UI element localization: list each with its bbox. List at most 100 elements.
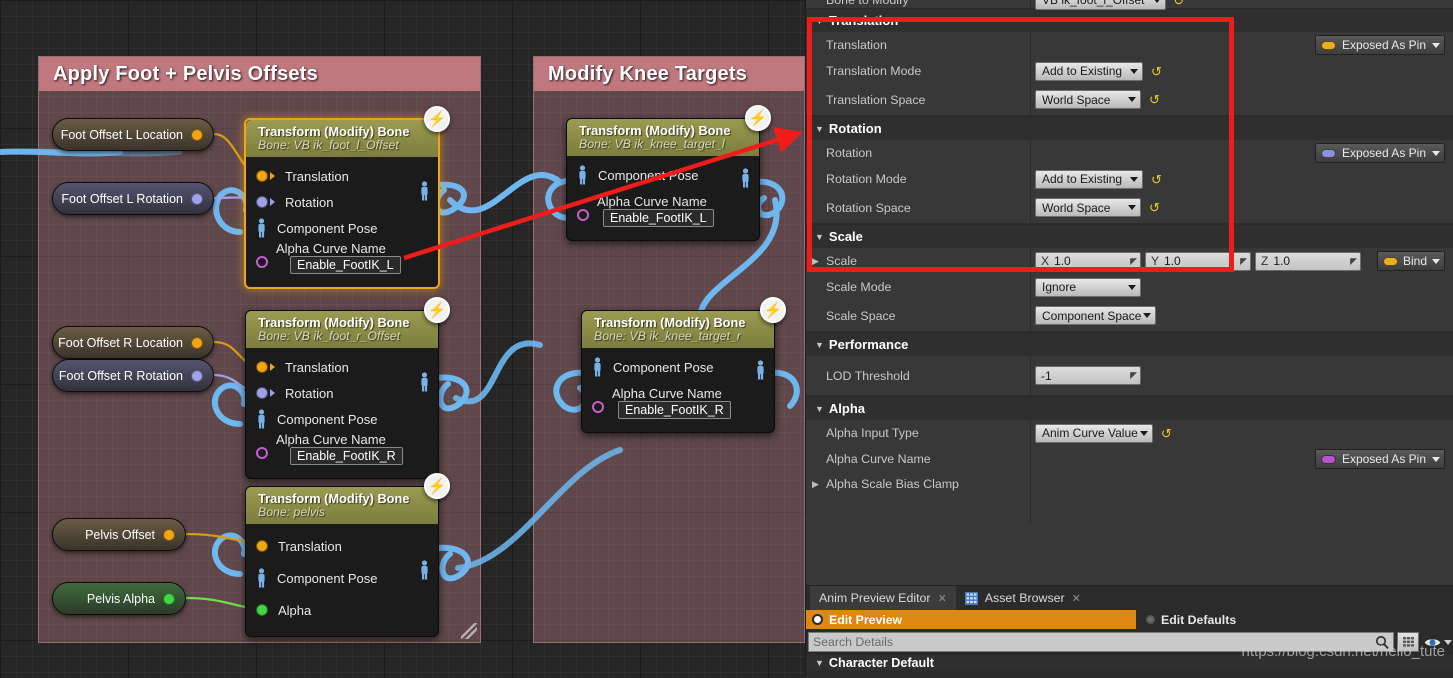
row-value-cell[interactable]: -1 ◤ [1030, 356, 1453, 395]
translation-mode-combo[interactable]: Add to Existing [1035, 61, 1144, 81]
details-row-translation-mode[interactable]: Translation Mode Add to Existing ↺ [806, 58, 1453, 84]
node-pin-component-pose[interactable]: Component Pose [256, 406, 428, 432]
input-pin-dot[interactable] [256, 170, 268, 182]
details-row-rotation[interactable]: Rotation Exposed As Pin [806, 140, 1453, 166]
row-value-cell[interactable]: Ignore [1030, 274, 1453, 300]
details-section-header-alpha[interactable]: ▼ Alpha [806, 396, 1453, 420]
pose-pin-icon[interactable] [256, 409, 267, 429]
details-row-translation[interactable]: Translation Exposed As Pin [806, 32, 1453, 58]
output-pose-pin-icon[interactable] [419, 181, 430, 201]
row-value-cell[interactable]: World Space ↺ [1030, 192, 1453, 223]
exposed-as-pin-button-rotation[interactable]: Exposed As Pin [1314, 143, 1445, 163]
anim-graph-canvas[interactable]: Apply Foot + Pelvis Offsets Modify Knee … [0, 0, 805, 678]
details-section-header-scale[interactable]: ▼ Scale [806, 224, 1453, 248]
edit-preview-toggle[interactable]: Edit Preview [806, 610, 1136, 629]
node-pin-component-pose[interactable]: Component Pose [256, 215, 428, 241]
edit-mode-toggle-row[interactable]: Edit Preview Edit Defaults [806, 610, 1453, 629]
output-pose-pin-icon[interactable] [740, 168, 751, 188]
input-pin-dot[interactable] [256, 196, 268, 208]
node-pin-component-pose[interactable]: Component Pose [592, 354, 764, 380]
variable-node-foot-offset-r-location[interactable]: Foot Offset R Location [52, 326, 214, 359]
chevron-down-icon[interactable] [1444, 639, 1452, 645]
variable-node-pelvis-alpha[interactable]: Pelvis Alpha [52, 582, 186, 615]
chevron-right-icon[interactable]: ▶ [812, 256, 825, 267]
output-pin-dot[interactable] [191, 336, 203, 349]
pose-pin-icon[interactable] [256, 568, 267, 588]
output-pose-pin-icon[interactable] [419, 372, 430, 392]
lod-threshold-field[interactable]: -1 ◤ [1035, 366, 1141, 385]
bone-to-modify-combo[interactable]: VB ik_foot_l_Offset [1035, 0, 1166, 10]
tab-anim-preview-editor[interactable]: Anim Preview Editor ✕ [810, 586, 956, 610]
node-pin-rotation[interactable]: Rotation [256, 189, 428, 215]
node-pin-translation[interactable]: Translation [256, 354, 428, 380]
input-pin-dot[interactable] [256, 540, 268, 552]
node-pin-alpha-curve-name[interactable]: Alpha Curve Name Enable_FootIK_L [577, 194, 749, 230]
node-pin-component-pose[interactable]: Component Pose [577, 162, 749, 188]
pose-pin-icon[interactable] [577, 165, 588, 185]
spinner-icon[interactable]: ◤ [1130, 370, 1137, 381]
pose-pin-icon[interactable] [592, 357, 603, 377]
input-pin-ring[interactable] [592, 401, 604, 413]
spinner-icon[interactable]: ◤ [1130, 256, 1137, 267]
node-pin-alpha-curve-name[interactable]: Alpha Curve Name Enable_FootIK_R [256, 432, 428, 468]
reset-icon[interactable]: ↺ [1151, 65, 1162, 78]
row-value-cell[interactable]: X 1.0 ◤ Y 1.0 ◤ Z 1.0 ◤ Bind [1030, 248, 1453, 274]
details-panel[interactable]: Bone to Modify VB ik_foot_l_Offset ↺ ▼ T… [805, 0, 1453, 678]
translation-space-combo[interactable]: World Space [1035, 90, 1141, 109]
alpha-curve-value[interactable]: Enable_FootIK_L [290, 256, 401, 274]
variable-node-foot-offset-r-rotation[interactable]: Foot Offset R Rotation [52, 359, 214, 392]
details-section-header-rotation[interactable]: ▼ Rotation [806, 116, 1453, 140]
rotation-space-combo[interactable]: World Space [1035, 198, 1141, 217]
input-pin-ring[interactable] [577, 209, 589, 221]
details-section-header-translation[interactable]: ▼ Translation [806, 8, 1453, 32]
alpha-curve-value[interactable]: Enable_FootIK_R [618, 401, 731, 419]
scale-space-combo[interactable]: Component Space [1035, 306, 1157, 325]
anim-node-transform-modify-bone-foot-r[interactable]: ⚡ Transform (Modify) Bone Bone: VB ik_fo… [245, 297, 450, 479]
alpha-curve-value[interactable]: Enable_FootIK_L [603, 209, 714, 227]
row-value-cell[interactable]: World Space ↺ [1030, 84, 1453, 115]
exposed-as-pin-button-alpha-curve-name[interactable]: Exposed As Pin [1314, 449, 1445, 469]
reset-icon[interactable]: ↺ [1174, 0, 1185, 7]
output-pose-pin-icon[interactable] [419, 560, 430, 580]
node-pin-rotation[interactable]: Rotation [256, 380, 428, 406]
details-row-bone-to-modify[interactable]: Bone to Modify VB ik_foot_l_Offset ↺ [806, 0, 1453, 10]
reset-icon[interactable]: ↺ [1149, 201, 1160, 214]
node-pin-translation[interactable]: Translation [256, 530, 428, 562]
anim-node-transform-modify-bone-knee-l[interactable]: ⚡ Transform (Modify) Bone Bone: VB ik_kn… [566, 105, 771, 241]
output-pin-dot[interactable] [191, 192, 203, 205]
scale-x-field[interactable]: X 1.0 ◤ [1035, 251, 1141, 271]
output-pin-dot[interactable] [163, 528, 175, 541]
close-icon[interactable]: ✕ [1072, 592, 1081, 605]
reset-icon[interactable]: ↺ [1151, 173, 1162, 186]
tab-asset-browser[interactable]: Asset Browser ✕ [956, 586, 1090, 610]
row-value-cell[interactable]: VB ik_foot_l_Offset ↺ [1030, 0, 1453, 10]
input-pin-dot[interactable] [256, 361, 268, 373]
output-pin-dot[interactable] [163, 592, 175, 605]
alpha-curve-value[interactable]: Enable_FootIK_R [290, 447, 403, 465]
scale-z-field[interactable]: Z 1.0 ◤ [1255, 251, 1361, 271]
scale-y-field[interactable]: Y 1.0 ◤ [1145, 251, 1251, 271]
variable-node-foot-offset-l-rotation[interactable]: Foot Offset L Rotation [52, 182, 214, 215]
output-pin-dot[interactable] [191, 128, 203, 141]
bottom-dock-panel[interactable]: Anim Preview Editor ✕ Asset Browser ✕ Ed… [806, 585, 1453, 678]
details-row-alpha-curve-name[interactable]: Alpha Curve Name Exposed As Pin [806, 446, 1453, 472]
variable-node-foot-offset-l-location[interactable]: Foot Offset L Location [52, 118, 214, 151]
details-row-rotation-space[interactable]: Rotation Space World Space ↺ [806, 192, 1453, 224]
node-pin-alpha-curve-name[interactable]: Alpha Curve Name Enable_FootIK_R [592, 386, 764, 422]
edit-defaults-toggle[interactable]: Edit Defaults [1136, 613, 1236, 627]
output-pose-pin-icon[interactable] [755, 360, 766, 380]
input-pin-dot[interactable] [256, 604, 268, 616]
spinner-icon[interactable]: ◤ [1240, 256, 1247, 267]
input-pin-ring[interactable] [256, 256, 268, 268]
details-row-scale-mode[interactable]: Scale Mode Ignore [806, 274, 1453, 300]
anim-node-transform-modify-bone-knee-r[interactable]: ⚡ Transform (Modify) Bone Bone: VB ik_kn… [581, 297, 786, 433]
input-pin-ring[interactable] [256, 447, 268, 459]
node-pin-alpha[interactable]: Alpha [256, 594, 428, 626]
bind-button-scale[interactable]: Bind [1376, 251, 1445, 271]
row-value-cell[interactable]: Anim Curve Value ↺ [1030, 420, 1453, 446]
details-row-alpha-input-type[interactable]: Alpha Input Type Anim Curve Value ↺ [806, 420, 1453, 446]
variable-node-pelvis-offset[interactable]: Pelvis Offset [52, 518, 186, 551]
exposed-as-pin-button-translation[interactable]: Exposed As Pin [1314, 35, 1445, 55]
anim-node-transform-modify-bone-pelvis[interactable]: ⚡ Transform (Modify) Bone Bone: pelvis T… [245, 473, 450, 637]
anim-node-transform-modify-bone-foot-l[interactable]: ⚡ Transform (Modify) Bone Bone: VB ik_fo… [244, 106, 450, 289]
